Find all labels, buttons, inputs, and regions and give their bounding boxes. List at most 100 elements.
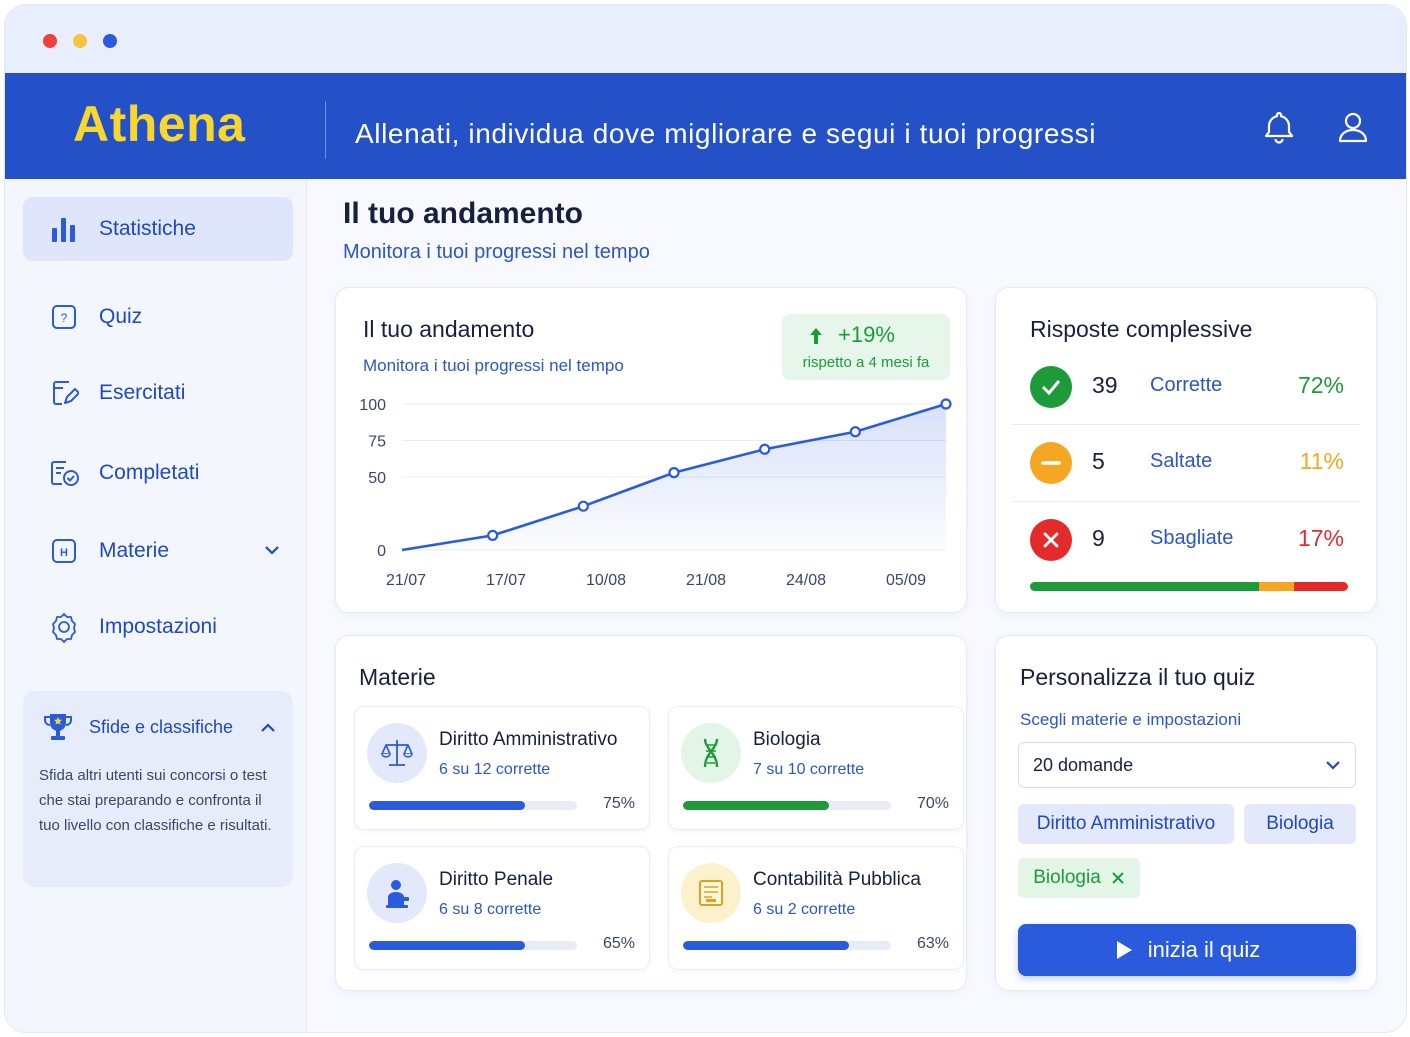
- customize-card: Personalizza il tuo quiz Scegli materie …: [995, 635, 1377, 991]
- subject-progress-track: [683, 941, 891, 950]
- subject-name: Diritto Amministrativo: [439, 729, 618, 750]
- answer-count: 9: [1092, 525, 1105, 551]
- subject-progress-track: [683, 801, 891, 810]
- remove-chip-icon[interactable]: [1111, 871, 1125, 885]
- subject-progress-fill: [683, 941, 850, 950]
- subject-chip[interactable]: Diritto Amministrativo: [1018, 804, 1234, 844]
- sidebar-item-label: Completati: [99, 461, 200, 484]
- sidebar-item-materie[interactable]: H Materie: [23, 519, 293, 583]
- x-icon: [1030, 519, 1072, 561]
- answer-label: Sbagliate: [1150, 527, 1234, 549]
- subject-progress-fill: [683, 801, 829, 810]
- bell-icon[interactable]: [1259, 107, 1299, 147]
- subject-score: 7 su 10 corrette: [753, 761, 865, 778]
- sidebar-item-label: Quiz: [99, 305, 143, 328]
- subject-item-diritto-amministrativo[interactable]: Diritto Amministrativo 6 su 12 corrette …: [354, 706, 650, 830]
- play-icon: [1114, 939, 1134, 961]
- chevron-up-icon[interactable]: [257, 717, 279, 744]
- subject-progress-fill: [369, 941, 525, 950]
- distribution-segment: [1030, 582, 1259, 591]
- scales-icon: [367, 723, 427, 783]
- sidebar: Statistiche ? Quiz Esercitati Completati…: [5, 179, 307, 1032]
- distribution-segment: [1293, 582, 1348, 591]
- subject-name: Contabilità Pubblica: [753, 869, 921, 890]
- sidebar-item-label: Impostazioni: [99, 615, 217, 638]
- page-title: Il tuo andamento: [343, 197, 583, 230]
- subject-percentage: 63%: [916, 935, 949, 952]
- gear-icon: [47, 610, 81, 644]
- sidebar-item-statistiche[interactable]: Statistiche: [23, 197, 293, 261]
- app-header: Athena Allenati, individua dove migliora…: [5, 73, 1406, 179]
- x-tick-label: 10/08: [586, 572, 626, 589]
- subject-item-biologia[interactable]: Biologia 7 su 10 corrette 70%: [668, 706, 964, 830]
- subject-progress-fill: [369, 801, 525, 810]
- start-quiz-button[interactable]: inizia il quiz: [1018, 924, 1356, 976]
- sidebar-item-esercitati[interactable]: Esercitati: [23, 361, 293, 425]
- page-subtitle: Monitora i tuoi progressi nel tempo: [343, 241, 650, 263]
- close-window-button[interactable]: [43, 34, 57, 48]
- progress-chart: 0 50 75 100 21/07 17/07 10/08 21/08 24/08 05/09: [359, 397, 952, 589]
- sidebar-item-impostazioni[interactable]: Impostazioni: [23, 595, 293, 659]
- answer-count: 5: [1092, 448, 1105, 474]
- app-logo: Athena: [73, 96, 246, 152]
- subject-item-diritto-penale[interactable]: Diritto Penale 6 su 8 corrette 65%: [354, 846, 650, 970]
- subject-chip[interactable]: Biologia: [1244, 804, 1356, 844]
- app-tagline: Allenati, individua dove migliorare e se…: [355, 118, 1097, 149]
- quiz-icon: ?: [47, 300, 81, 334]
- y-tick-label: 0: [377, 543, 386, 560]
- minimize-window-button[interactable]: [73, 34, 87, 48]
- customize-card-subtitle: Scegli materie e impostazioni: [1020, 710, 1242, 729]
- sidebar-item-completati[interactable]: Completati: [23, 441, 293, 505]
- y-tick-label: 50: [368, 470, 386, 487]
- subject-percentage: 65%: [602, 935, 635, 952]
- completed-icon: [47, 456, 81, 490]
- subject-percentage: 75%: [602, 795, 635, 812]
- chevron-down-icon: [1323, 755, 1343, 780]
- subject-score: 6 su 2 corrette: [753, 901, 856, 918]
- x-tick-label: 21/07: [386, 572, 426, 589]
- chart-data-point[interactable]: [668, 467, 680, 479]
- select-value: 20 domande: [1033, 755, 1134, 775]
- x-tick-label: 05/09: [886, 572, 926, 589]
- svg-text:H: H: [60, 547, 68, 559]
- judge-icon: [367, 863, 427, 923]
- answer-label: Corrette: [1150, 374, 1223, 396]
- question-count-select[interactable]: 20 domande: [1018, 742, 1356, 788]
- bar-chart-icon: [47, 212, 81, 246]
- chart-data-point[interactable]: [849, 426, 861, 438]
- subject-name: Diritto Penale: [439, 869, 554, 890]
- subject-item-contabilita-pubblica[interactable]: Contabilità Pubblica 6 su 2 corrette 63%: [668, 846, 964, 970]
- chart-data-point[interactable]: [940, 398, 952, 410]
- app-window: Athena Allenati, individua dove migliora…: [4, 4, 1407, 1033]
- sidebar-item-quiz[interactable]: ? Quiz: [23, 285, 293, 349]
- chart-data-point[interactable]: [487, 529, 499, 541]
- answer-row-skipped: 5 Saltate 11%: [996, 424, 1376, 500]
- maximize-window-button[interactable]: [103, 34, 117, 48]
- answer-percentage: 72%: [1297, 372, 1344, 398]
- distribution-segment: [1258, 582, 1294, 591]
- answer-label: Saltate: [1150, 450, 1213, 472]
- check-icon: [1030, 366, 1072, 408]
- answers-card: Risposte complessive 39 Corrette 72% 5 S…: [995, 287, 1377, 613]
- title-bar: [5, 5, 1406, 73]
- chart-data-point[interactable]: [577, 500, 589, 512]
- dna-icon: [681, 723, 741, 783]
- subject-percentage: 70%: [916, 795, 949, 812]
- customize-card-title: Personalizza il tuo quiz: [1020, 664, 1256, 690]
- y-tick-label: 75: [368, 434, 386, 451]
- chart-data-point[interactable]: [759, 443, 771, 455]
- challenge-description: Sfida altri utenti sui concorsi o test c…: [39, 767, 272, 834]
- x-tick-label: 21/08: [686, 572, 726, 589]
- answer-row-wrong: 9 Sbagliate 17%: [996, 501, 1376, 577]
- user-icon[interactable]: [1333, 107, 1373, 147]
- subjects-card-title: Materie: [359, 664, 436, 690]
- y-tick-label: 100: [359, 397, 386, 414]
- chevron-down-icon[interactable]: [261, 539, 283, 566]
- subjects-icon: H: [47, 534, 81, 568]
- selected-subject-chip[interactable]: Biologia: [1018, 858, 1140, 898]
- answer-percentage: 17%: [1297, 525, 1344, 551]
- answers-card-title: Risposte complessive: [1030, 316, 1253, 342]
- subjects-card: Materie Diritto Amministrativo 6 su 12 c…: [335, 635, 967, 991]
- subject-score: 6 su 8 corrette: [439, 901, 542, 918]
- subject-score: 6 su 12 corrette: [439, 761, 551, 778]
